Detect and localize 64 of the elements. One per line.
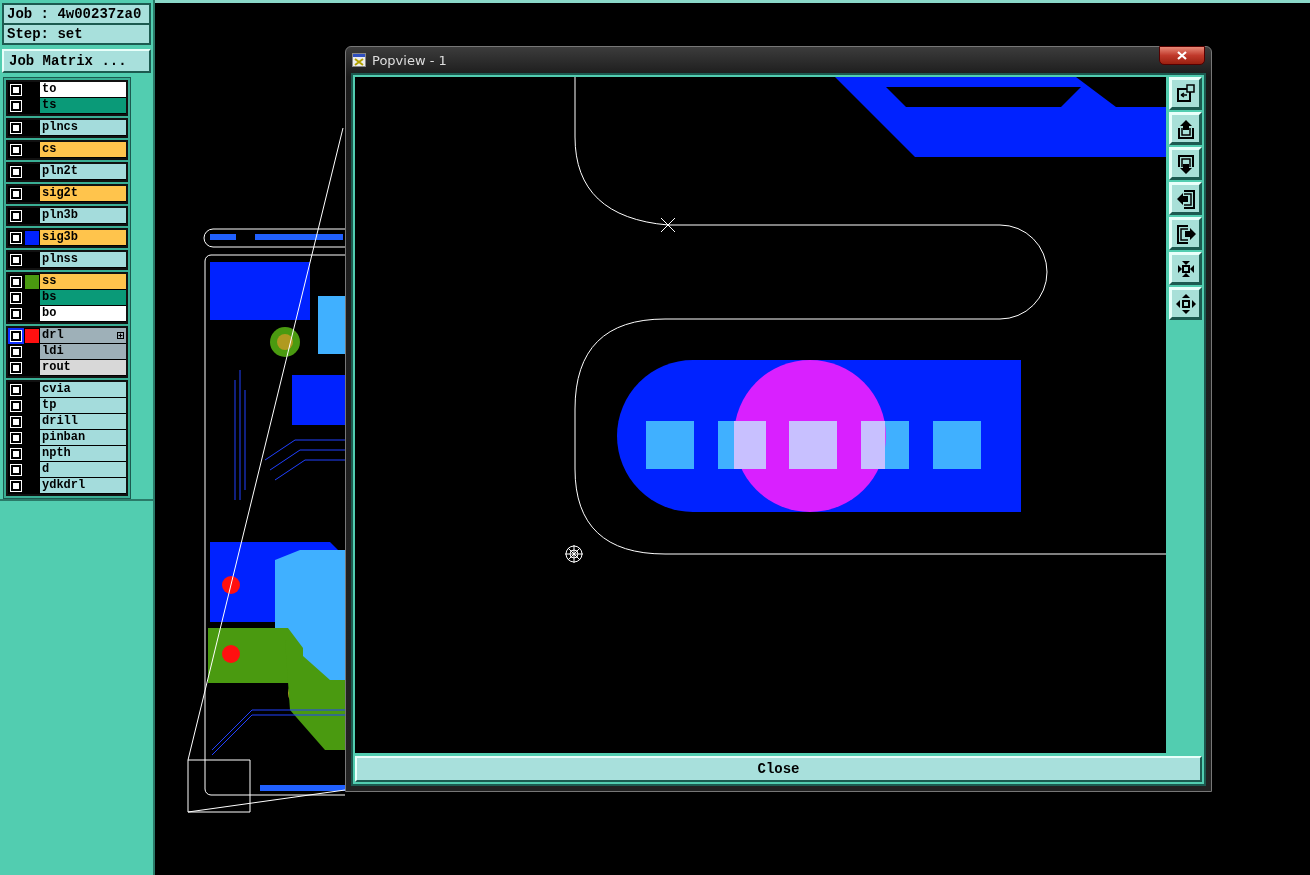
layer-name[interactable]: d: [40, 462, 126, 477]
layer-checkbox[interactable]: [10, 254, 22, 266]
window-arrow-icon: [1174, 82, 1197, 105]
layer-checkbox[interactable]: [10, 144, 22, 156]
layer-name[interactable]: sig3b: [40, 230, 126, 245]
view-tool-button[interactable]: [1169, 252, 1202, 285]
layer-checkbox[interactable]: [10, 188, 22, 200]
view-tool-button[interactable]: [1169, 287, 1202, 320]
layer-checkbox[interactable]: [10, 308, 22, 320]
layer-name[interactable]: ldi: [40, 344, 126, 359]
expand-arrow-icon: [1174, 292, 1197, 315]
layer-name[interactable]: ts: [40, 98, 126, 113]
view-tool-button[interactable]: [1169, 182, 1202, 215]
layer-name[interactable]: pln3b: [40, 208, 126, 223]
layer-name[interactable]: pln2t: [40, 164, 126, 179]
layer-checkbox[interactable]: [10, 276, 22, 288]
job-matrix-button[interactable]: Job Matrix ...: [2, 49, 151, 73]
layer-name[interactable]: rout: [40, 360, 126, 375]
job-name: Job : 4w00237za0: [2, 3, 151, 25]
step-name: Step: set: [2, 25, 151, 45]
layer-name[interactable]: cs: [40, 142, 126, 157]
sublayer-icon[interactable]: [117, 332, 124, 339]
layer-name[interactable]: plncs: [40, 120, 126, 135]
layer-checkbox[interactable]: [10, 84, 22, 96]
layer-checkbox[interactable]: [10, 122, 22, 134]
layer-name[interactable]: cvia: [40, 382, 126, 397]
layer-name[interactable]: to: [40, 82, 126, 97]
layer-checkbox[interactable]: [10, 166, 22, 178]
layer-checkbox[interactable]: [10, 400, 22, 412]
layer-checkbox[interactable]: [10, 432, 22, 444]
layer-name[interactable]: pinban: [40, 430, 126, 445]
layer-name[interactable]: drill: [40, 414, 126, 429]
close-button[interactable]: [1159, 46, 1205, 65]
layer-checkbox[interactable]: [10, 232, 22, 244]
layer-name[interactable]: drl: [40, 328, 126, 343]
layer-checkbox[interactable]: [10, 416, 22, 428]
view-tool-button[interactable]: [1169, 217, 1202, 250]
view-tool-button[interactable]: [1169, 147, 1202, 180]
layer-checkbox[interactable]: [10, 480, 22, 492]
layer-name[interactable]: bo: [40, 306, 126, 321]
close-icon: [1177, 51, 1187, 60]
app-icon: [352, 53, 366, 67]
window-title: Popview - 1: [372, 52, 447, 68]
layer-name[interactable]: plnss: [40, 252, 126, 267]
layer-name[interactable]: npth: [40, 446, 126, 461]
close-popup-button[interactable]: Close: [355, 756, 1202, 782]
view-tool-button[interactable]: [1169, 112, 1202, 145]
layer-checkbox[interactable]: [10, 346, 22, 358]
layer-checkbox[interactable]: [10, 100, 22, 112]
layer-name[interactable]: ydkdrl: [40, 478, 126, 493]
layer-name[interactable]: bs: [40, 290, 126, 305]
layer-checkbox[interactable]: [10, 210, 22, 222]
layer-checkbox[interactable]: [10, 362, 22, 374]
view-tool-button[interactable]: [1169, 77, 1202, 110]
origin-marker-icon: [564, 544, 584, 564]
layer-name[interactable]: ss: [40, 274, 126, 289]
right-arrow-icon: [1174, 222, 1197, 245]
layer-checkbox[interactable]: [10, 384, 22, 396]
layer-checkbox[interactable]: [10, 448, 22, 460]
layer-name[interactable]: sig2t: [40, 186, 126, 201]
layer-checkbox[interactable]: [10, 292, 22, 304]
cross-marker-icon: [660, 217, 676, 233]
layer-name[interactable]: tp: [40, 398, 126, 413]
layer-checkbox[interactable]: [10, 464, 22, 476]
